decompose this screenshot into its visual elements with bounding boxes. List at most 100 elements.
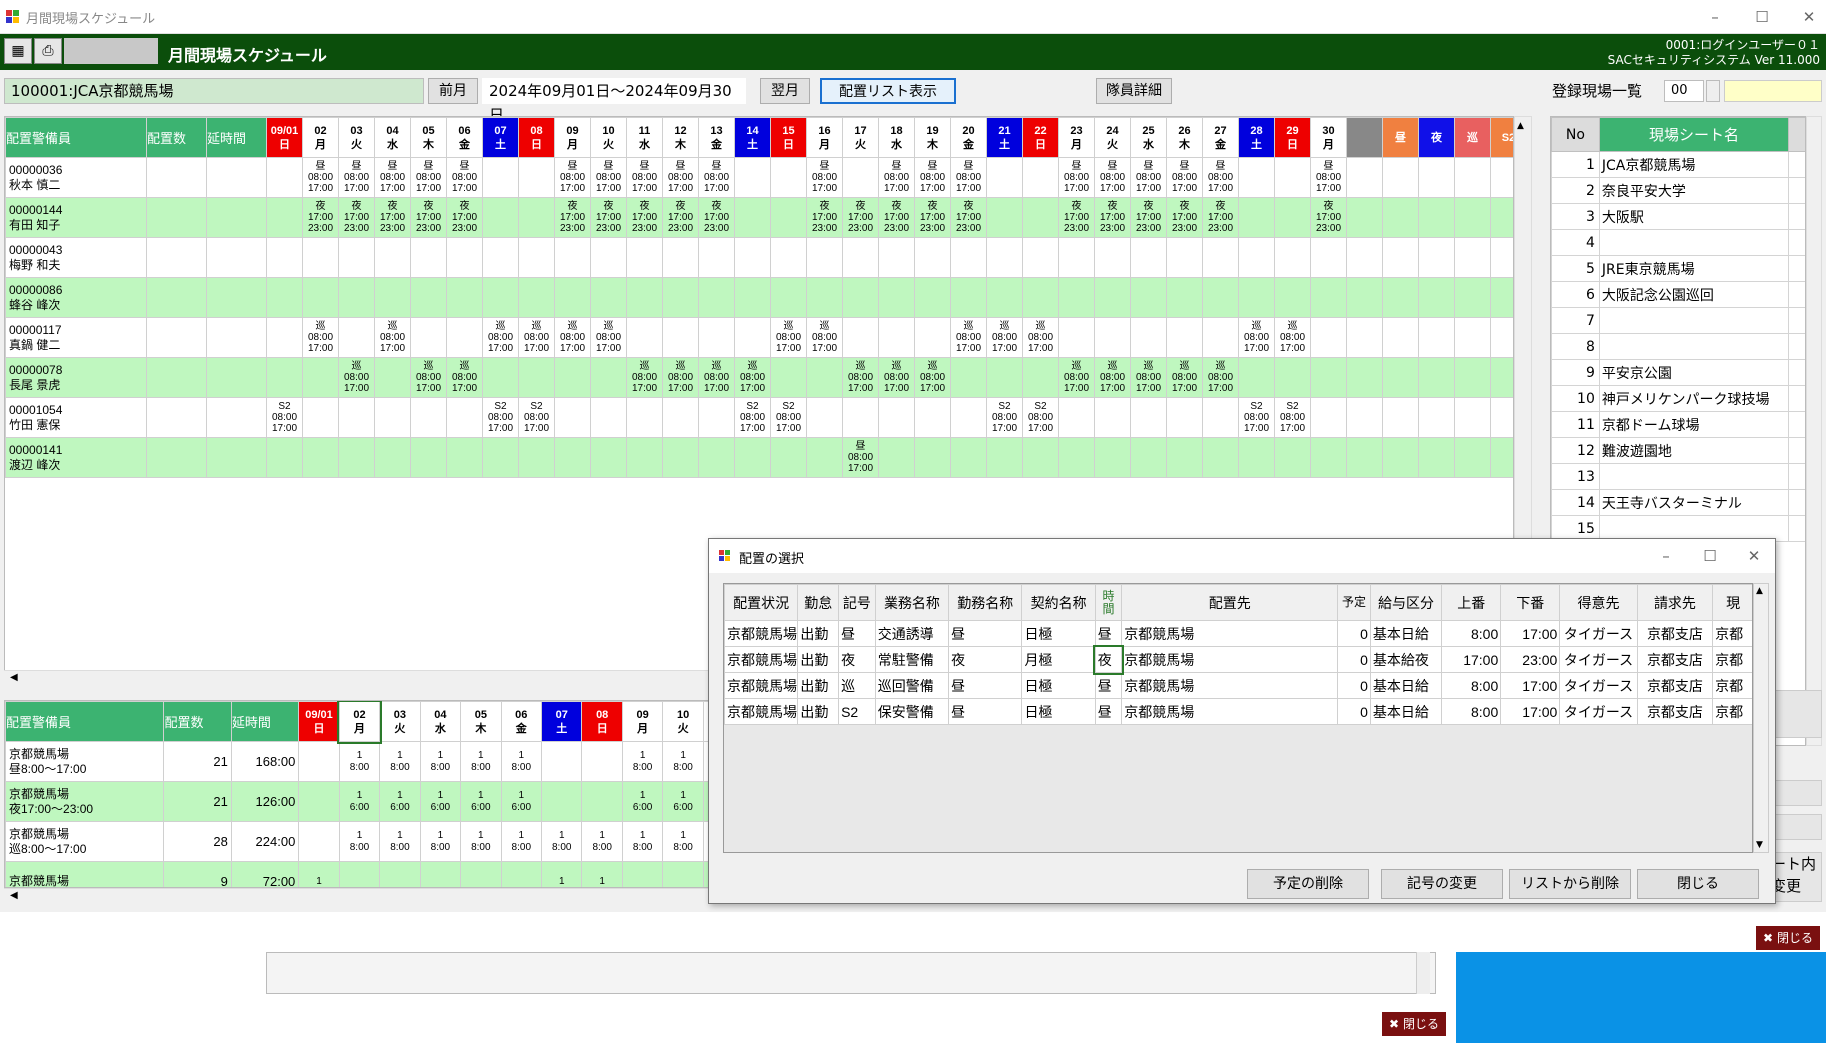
day-header[interactable]: 28土 [1238,117,1275,158]
dialog-cell[interactable]: 京都競馬場 [1121,698,1339,725]
dialog-cell[interactable]: 出勤 [797,620,840,647]
day-header[interactable]: 24火 [1094,117,1131,158]
day-header[interactable]: 09/01 日 [298,701,340,742]
dialog-cell[interactable]: 夜 [838,646,876,673]
shift-cell[interactable]: 夜 17:00 23:00 [446,197,483,238]
shift-cell[interactable] [1310,237,1347,278]
shift-cell[interactable] [698,237,735,278]
summary-day-cell[interactable] [298,741,340,782]
dialog-col-header[interactable]: 時間 [1094,584,1123,621]
dialog-cell[interactable]: 京都支店 [1636,672,1714,699]
shift-cell[interactable] [950,437,987,478]
shift-cell[interactable]: 昼 08:00 17:00 [626,157,663,198]
shift-cell[interactable]: 巡 08:00 17:00 [770,317,807,358]
shift-cell[interactable] [878,397,915,438]
guard-row[interactable]: 00000078 長尾 景虎巡 08:00 17:00 巡 08:00 17:00 巡 08:0… [5,357,1513,398]
dialog-col-header[interactable]: 予定 [1337,584,1371,621]
shift-cell[interactable]: 昼 08:00 17:00 [1130,157,1167,198]
day-header[interactable]: 25水 [1130,117,1167,158]
shift-cell[interactable] [806,357,843,398]
site-list-item[interactable]: 10 神戸メリケンパーク球技場 [1551,385,1805,412]
shift-cell[interactable] [446,277,483,318]
site-list-item[interactable]: 3 大阪駅 [1551,203,1805,230]
shift-cell[interactable]: 夜 17:00 23:00 [338,197,375,238]
summary-day-cell[interactable]: 18:00 [662,741,704,782]
scroll-up-icon[interactable]: ▲ [1756,586,1763,596]
guard-cell[interactable]: 00000141 渡辺 峰次 [5,437,147,478]
day-header[interactable]: 27金 [1202,117,1239,158]
shift-cell[interactable] [590,357,627,398]
dialog-cell[interactable]: 交通誘導 [874,620,950,647]
guard-cell[interactable]: 00000144 有田 知子 [5,197,147,238]
shift-cell[interactable] [734,157,771,198]
shift-cell[interactable]: 巡 08:00 17:00 [914,357,951,398]
dialog-col-header[interactable]: 勤怠 [797,584,840,621]
shift-cell[interactable]: 巡 08:00 17:00 [950,317,987,358]
dialog-cell[interactable]: 昼 [1094,620,1123,647]
dialog-col-header[interactable]: 現 [1712,584,1752,621]
shift-cell[interactable] [374,237,411,278]
shift-cell[interactable] [734,437,771,478]
shift-cell[interactable]: 夜 17:00 23:00 [914,197,951,238]
shift-cell[interactable] [1166,397,1203,438]
shift-cell[interactable] [842,397,879,438]
summary-day-cell[interactable] [500,861,543,887]
site-code-field[interactable]: 00 [1664,80,1704,102]
summary-day-cell[interactable]: 16:00 [662,781,704,822]
dialog-col-header[interactable]: 記号 [838,584,876,621]
day-header[interactable]: 09 月 [621,701,664,742]
dialog-cell[interactable]: 日極 [1021,672,1096,699]
shift-cell[interactable]: 巡 08:00 17:00 [626,357,663,398]
dialog-close-button[interactable]: 閉じる [1637,869,1759,899]
scroll-down-icon[interactable]: ▼ [1756,840,1763,850]
shift-cell[interactable] [410,317,447,358]
shift-cell[interactable]: 巡 08:00 17:00 [1022,317,1059,358]
col-guard[interactable]: 配置警備員 [5,117,147,158]
shift-cell[interactable] [806,437,843,478]
guard-row[interactable]: 00001054 竹田 憲保 S2 08:00 17:00 S2 08:00 17:00 S2 0… [5,397,1513,438]
dialog-cell[interactable]: 基本日給 [1369,620,1443,647]
day-header[interactable]: 16月 [806,117,843,158]
day-header[interactable]: 14土 [734,117,771,158]
summary-day-cell[interactable]: 18:00 [379,821,421,862]
dialog-cell[interactable]: 京都競馬場 [724,698,799,725]
shift-cell[interactable]: S2 08:00 17:00 [770,397,807,438]
shift-cell[interactable]: 巡 08:00 17:00 [806,317,843,358]
col-count[interactable]: 配置数 [163,701,232,742]
shift-cell[interactable] [338,397,375,438]
shift-cell[interactable]: 昼 08:00 17:00 [806,157,843,198]
summary-day-cell[interactable]: 18:00 [338,821,381,862]
shift-cell[interactable]: 巡 08:00 17:00 [878,357,915,398]
shift-cell[interactable] [518,357,555,398]
dialog-cell[interactable]: 8:00 [1441,620,1502,647]
dialog-col-header[interactable]: 配置先 [1121,584,1339,621]
dialog-cell[interactable]: 0 [1337,698,1371,725]
shift-cell[interactable]: 巡 08:00 17:00 [374,317,411,358]
shift-cell[interactable]: 昼 08:00 17:00 [842,437,879,478]
dialog-minimize-icon[interactable]: – [1651,545,1681,567]
placement-list-button[interactable]: 配置リスト表示 [820,78,956,104]
close-button-a[interactable]: ✖ 閉じる [1756,926,1820,950]
dialog-cell[interactable]: 出勤 [797,672,840,699]
guard-row[interactable]: 00000036 秋本 慎二昼 08:00 17:00 昼 08:00 17:00 昼 08:0… [5,157,1513,198]
shift-cell[interactable] [842,277,879,318]
summary-day-cell[interactable] [379,861,421,887]
shift-cell[interactable] [1202,397,1239,438]
site-code-spinner[interactable] [1706,80,1720,102]
dialog-cell[interactable]: 京都支店 [1636,646,1714,673]
shift-cell[interactable] [1166,437,1203,478]
day-header[interactable]: 09 月 [554,117,591,158]
shift-cell[interactable] [482,277,519,318]
shift-cell[interactable] [878,237,915,278]
summary-day-cell[interactable]: 18:00 [338,741,381,782]
shift-cell[interactable] [1022,357,1059,398]
dialog-cell[interactable]: 京都競馬場 [724,672,799,699]
guard-detail-button[interactable]: 隊員詳細 [1096,78,1172,104]
shift-cell[interactable]: 昼 08:00 17:00 [554,157,591,198]
guard-cell[interactable]: 00000086 蜂谷 峰次 [5,277,147,318]
col-hours[interactable]: 延時間 [206,117,267,158]
shift-cell[interactable] [590,397,627,438]
day-header[interactable]: 04 水 [374,117,411,158]
shift-cell[interactable] [1130,437,1167,478]
shift-cell[interactable]: 夜 17:00 23:00 [1058,197,1095,238]
